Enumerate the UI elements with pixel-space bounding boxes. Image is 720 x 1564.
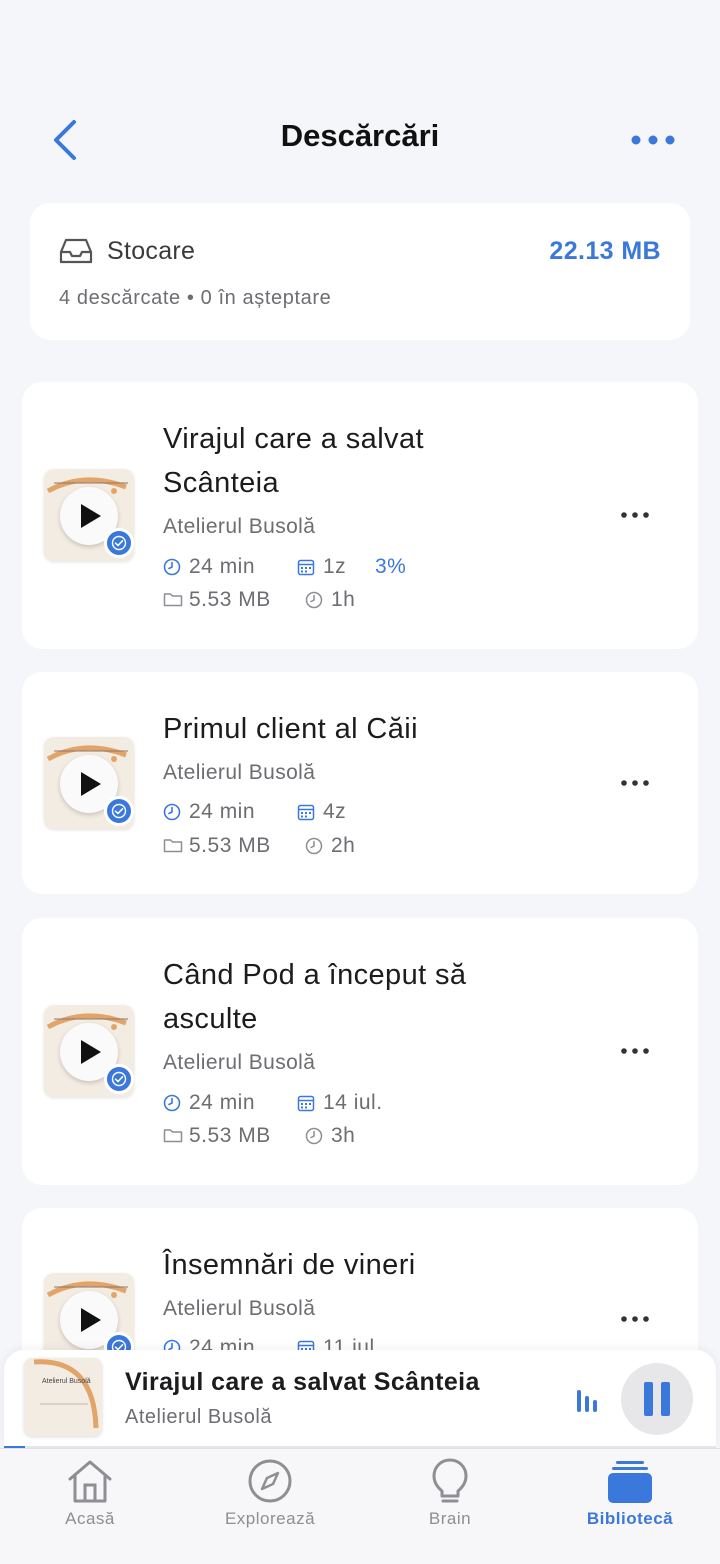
folder-icon [163,1129,183,1143]
episode-file-row: 5.53 MB 1h [163,588,463,614]
clock-icon [163,558,181,576]
clock-icon [305,1127,323,1145]
ellipsis-icon [631,135,675,145]
more-options-button[interactable] [630,126,680,154]
episode-card[interactable]: Când Pod a început să asculte Atelierul … [22,918,698,1185]
storage-size: 22.13 MB [549,237,661,265]
tray-icon [59,238,93,264]
episode-file-row: 5.53 MB 3h [163,1124,463,1150]
tab-library[interactable]: Bibliotecă [540,1449,720,1564]
downloaded-check-icon [104,796,134,826]
folder-icon [163,839,183,853]
episode-author: Atelierul Busolă [163,515,316,538]
episode-more-icon[interactable] [620,1311,652,1327]
storage-label: Stocare [107,237,196,265]
play-icon [81,1308,101,1332]
episode-title: Când Pod a început să asculte [163,959,467,1035]
episode-more-icon[interactable] [620,1043,652,1059]
episode-author: Atelierul Busolă [163,1297,316,1320]
episode-more-icon[interactable] [620,775,652,791]
episode-card[interactable]: Primul client al Căii Atelierul Busolă 2… [22,672,698,894]
mini-player-artwork: Atelierul Busolă [24,1358,102,1436]
home-icon [68,1460,112,1503]
play-icon [81,772,101,796]
episode-author: Atelierul Busolă [163,1051,316,1074]
episode-meta-row: 24 min 14 iul. [163,1091,463,1117]
mini-artwork-text: Atelierul Busolă [42,1378,91,1385]
downloaded-check-icon [104,1064,134,1094]
episode-title: Virajul care a salvat Scânteia [163,423,424,499]
lightbulb-icon [432,1458,468,1503]
episode-meta-row: 24 min 1z 3% [163,555,463,581]
calendar-icon [297,1095,315,1112]
calendar-icon [297,559,315,576]
episode-more-icon[interactable] [620,507,652,523]
storage-summary: 4 descărcate • 0 în așteptare [59,287,332,309]
episode-title: Însemnări de vineri [163,1249,416,1281]
mini-player-title: Virajul care a salvat Scânteia [125,1368,480,1396]
mini-player[interactable]: Atelierul Busolă Virajul care a salvat S… [4,1350,716,1449]
play-icon [81,504,101,528]
mini-player-author: Atelierul Busolă [125,1406,272,1428]
episode-file-row: 5.53 MB 2h [163,834,463,860]
calendar-icon [297,804,315,821]
tab-bar: Acasă Explorează Brain Bibliotecă [0,1448,720,1564]
pause-icon [644,1382,670,1416]
library-icon [608,1461,652,1503]
pause-button[interactable] [621,1363,693,1435]
downloaded-check-icon [104,528,134,558]
audio-levels-icon[interactable] [574,1386,602,1414]
nav-header: Descărcări [0,0,720,180]
play-icon [81,1040,101,1064]
folder-icon [163,593,183,607]
episode-author: Atelierul Busolă [163,761,316,784]
episode-card[interactable]: Virajul care a salvat Scânteia Atelierul… [22,382,698,649]
clock-icon [163,1094,181,1112]
episode-title: Primul client al Căii [163,713,418,745]
storage-card: Stocare 22.13 MB 4 descărcate • 0 în așt… [30,203,690,340]
clock-icon [163,803,181,821]
tab-explore[interactable]: Explorează [180,1449,360,1564]
clock-icon [305,837,323,855]
episode-meta-row: 24 min 4z [163,800,463,826]
tab-home[interactable]: Acasă [0,1449,180,1564]
tab-brain[interactable]: Brain [360,1449,540,1564]
page-title: Descărcări [280,118,440,153]
clock-icon [305,591,323,609]
compass-icon [248,1459,292,1503]
